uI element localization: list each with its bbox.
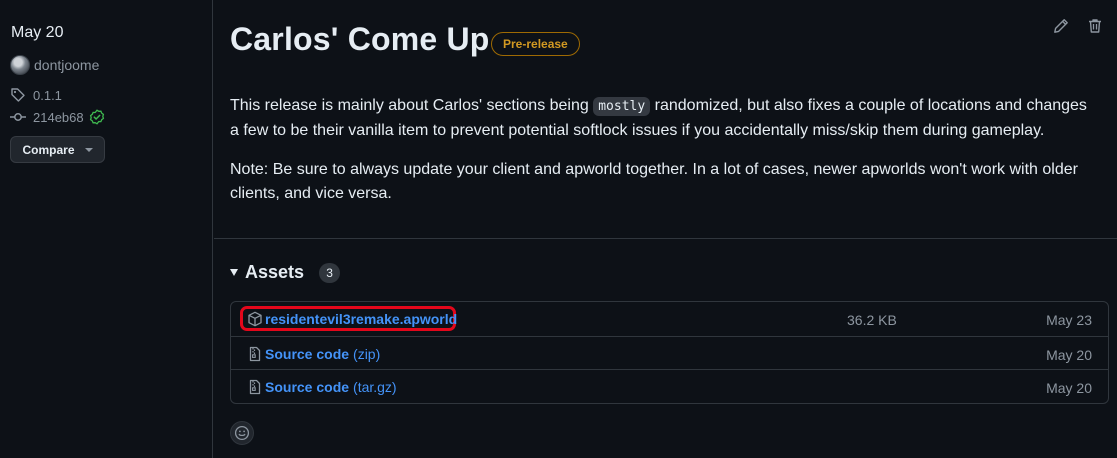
asset-row: residentevil3remake.apworld 36.2 KB May … [231, 302, 1108, 336]
asset-link-source-targz[interactable]: Source code (tar.gz) [247, 379, 397, 395]
pencil-icon[interactable] [1053, 18, 1069, 34]
commit-link[interactable]: 214eb68 [10, 109, 105, 125]
assets-count-badge: 3 [319, 262, 341, 283]
commit-icon [10, 113, 26, 121]
asset-name: residentevil3remake.apworld [265, 311, 458, 327]
para1-text-before: This release is mainly about Carlos' sec… [230, 97, 589, 114]
asset-format: (tar.gz) [353, 379, 397, 395]
asset-row: Source code (zip) May 20 [231, 336, 1108, 370]
asset-date: May 20 [1046, 347, 1092, 363]
asset-row: Source code (tar.gz) May 20 [231, 369, 1108, 403]
asset-date: May 23 [1046, 312, 1092, 328]
asset-name: Source code [265, 346, 350, 362]
asset-format: (zip) [353, 346, 381, 362]
package-icon [248, 311, 262, 327]
triangle-down-icon [230, 269, 238, 276]
tag-label: 0.1.1 [33, 87, 62, 103]
release-page: May 20 dontjoome 0.1.1 214eb68 Compare C… [0, 0, 1117, 458]
asset-date: May 20 [1046, 380, 1092, 396]
compare-label: Compare [22, 142, 75, 157]
release-date: May 20 [11, 24, 64, 41]
assets-title: Assets [245, 262, 305, 282]
release-note-paragraph: Note: Be sure to always update your clie… [230, 161, 1078, 202]
verified-check-icon[interactable] [89, 109, 105, 125]
avatar [10, 55, 30, 75]
author-link[interactable]: dontjoome [10, 55, 99, 75]
release-sidebar: May 20 dontjoome 0.1.1 214eb68 Compare [0, 0, 213, 458]
divider [214, 238, 1117, 239]
commit-sha: 214eb68 [33, 109, 84, 125]
compare-button[interactable]: Compare [10, 136, 105, 163]
asset-link-apworld[interactable]: residentevil3remake.apworld [247, 311, 457, 327]
tag-link[interactable]: 0.1.1 [10, 87, 62, 103]
release-main: Carlos' Come Up Pre-release This release… [214, 0, 1117, 458]
asset-size: 36.2 KB [847, 312, 897, 328]
prerelease-badge: Pre-release [491, 32, 580, 56]
asset-link-source-zip[interactable]: Source code (zip) [247, 346, 380, 362]
assets-toggle[interactable]: Assets 3 [230, 262, 341, 283]
assets-list: residentevil3remake.apworld 36.2 KB May … [230, 301, 1109, 404]
author-name: dontjoome [34, 57, 100, 73]
file-zip-icon [249, 346, 261, 362]
trash-icon[interactable] [1087, 18, 1103, 34]
add-reaction-button[interactable] [230, 421, 254, 445]
release-title[interactable]: Carlos' Come Up [230, 21, 490, 58]
file-zip-icon [249, 379, 261, 395]
chevron-down-icon [84, 147, 93, 152]
release-body-paragraph: This release is mainly about Carlos' sec… [230, 94, 1100, 143]
asset-name: Source code [265, 379, 350, 395]
inline-code: mostly [593, 97, 651, 116]
smiley-icon [234, 425, 250, 441]
tag-icon [11, 88, 25, 102]
